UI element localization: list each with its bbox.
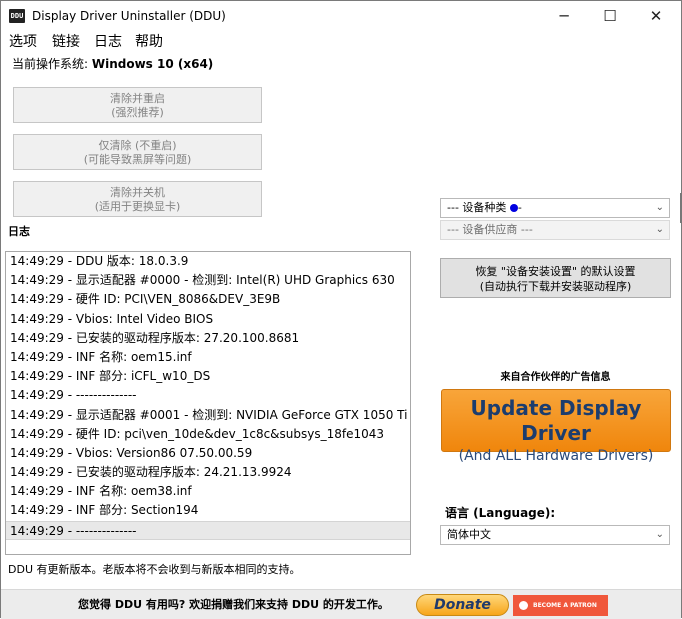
restore-device-settings-button[interactable]: 恢复 "设备安装设置" 的默认设置 (自动执行下载并安装驱动程序) xyxy=(440,258,671,298)
update-status-text: DDU 有更新版本。老版本将不会收到与新版本相同的支持。 xyxy=(8,563,301,576)
log-line[interactable]: 14:49:29 - 显示适配器 #0000 - 检测到: Intel(R) U… xyxy=(6,271,410,290)
clean-and-shutdown-note: (适用于更换显卡) xyxy=(94,200,181,213)
ad-headline: Update Display Driver xyxy=(470,396,642,445)
patron-label: BECOME A PATRON xyxy=(533,602,597,609)
log-line-selected[interactable]: 14:49:29 - -------------- xyxy=(6,520,410,540)
language-value: 简体中文 xyxy=(447,528,491,541)
log-line[interactable]: 14:49:29 - INF 名称: oem15.inf xyxy=(6,348,410,367)
donation-footer: 您觉得 DDU 有用吗? 欢迎捐赠我们来支持 DDU 的开发工作。 Donate… xyxy=(1,589,681,619)
log-line[interactable]: 14:49:29 - 硬件 ID: pci\ven_10de&dev_1c8c&… xyxy=(6,425,410,444)
clean-no-restart-label: 仅清除 (不重启) xyxy=(98,139,177,152)
log-line[interactable]: 14:49:29 - 硬件 ID: PCI\VEN_8086&DEV_3E9B xyxy=(6,290,410,309)
clean-and-shutdown-button[interactable]: 清除并关机 (适用于更换显卡) xyxy=(13,181,262,217)
device-type-select[interactable]: --- 设备种类 --- ⌄ xyxy=(440,198,670,218)
language-label: 语言 (Language): xyxy=(445,506,556,520)
patreon-icon xyxy=(519,601,528,610)
os-value: Windows 10 (x64) xyxy=(91,57,214,71)
menu-log[interactable]: 日志 xyxy=(94,32,122,52)
device-vendor-select[interactable]: --- 设备供应商 --- ⌄ xyxy=(440,220,670,240)
menu-help[interactable]: 帮助 xyxy=(135,32,163,52)
log-line[interactable]: 14:49:29 - Vbios: Intel Video BIOS xyxy=(6,310,410,329)
ad-subline: (And ALL Hardware Drivers) xyxy=(458,448,654,464)
minimize-button[interactable]: ─ xyxy=(541,1,587,32)
language-select[interactable]: 简体中文 ⌄ xyxy=(440,525,670,545)
clean-and-restart-label: 清除并重启 xyxy=(110,92,165,105)
clean-and-shutdown-label: 清除并关机 xyxy=(110,186,165,199)
donation-text: 您觉得 DDU 有用吗? 欢迎捐赠我们来支持 DDU 的开发工作。 xyxy=(78,598,389,611)
clean-no-restart-note: (可能导致黑屏等问题) xyxy=(83,153,192,166)
log-line[interactable]: 14:49:29 - 已安装的驱动程序版本: 24.21.13.9924 xyxy=(6,463,410,482)
log-list[interactable]: 14:49:29 - DDU 版本: 18.0.3.9 14:49:29 - 显… xyxy=(5,251,411,555)
partner-ad-label: 来自合作伙伴的广告信息 xyxy=(500,372,611,383)
clean-no-restart-button[interactable]: 仅清除 (不重启) (可能导致黑屏等问题) xyxy=(13,134,262,170)
os-info: 当前操作系统: Windows 10 (x64) xyxy=(12,56,213,72)
cursor-dot xyxy=(510,204,518,212)
clean-and-restart-button[interactable]: 清除并重启 (强烈推荐) xyxy=(13,87,262,123)
log-line[interactable]: 14:49:29 - Vbios: Version86 07.50.00.59 xyxy=(6,444,410,463)
log-line[interactable]: 14:49:29 - 显示适配器 #0001 - 检测到: NVIDIA GeF… xyxy=(6,406,410,425)
become-patron-button[interactable]: BECOME A PATRON xyxy=(513,595,608,616)
menu-bar: 选项 链接 日志 帮助 xyxy=(1,32,681,52)
log-line[interactable]: 14:49:29 - INF 名称: oem38.inf xyxy=(6,482,410,501)
close-button[interactable]: ✕ xyxy=(633,1,679,32)
clean-and-restart-note: (强烈推荐) xyxy=(111,106,164,119)
log-line[interactable]: 14:49:29 - INF 部分: iCFL_w10_DS xyxy=(6,367,410,386)
log-line[interactable]: 14:49:29 - INF 部分: Section194 xyxy=(6,501,410,520)
menu-links[interactable]: 链接 xyxy=(52,32,80,52)
device-vendor-value: --- 设备供应商 --- xyxy=(447,223,533,236)
window-title: Display Driver Uninstaller (DDU) xyxy=(32,9,226,23)
restore-note: (自动执行下载并安装驱动程序) xyxy=(479,280,632,293)
menu-options[interactable]: 选项 xyxy=(9,32,37,52)
restore-label: 恢复 "设备安装设置" 的默认设置 xyxy=(475,265,636,278)
chevron-down-icon: ⌄ xyxy=(655,224,664,235)
maximize-button[interactable]: ☐ xyxy=(587,1,633,32)
ddu-window: DDU Display Driver Uninstaller (DDU) ─ ☐… xyxy=(0,0,682,619)
chevron-down-icon: ⌄ xyxy=(655,529,664,540)
ddu-app-icon: DDU xyxy=(9,9,25,23)
os-label: 当前操作系统: xyxy=(12,57,92,71)
log-line[interactable]: 14:49:29 - 已安装的驱动程序版本: 27.20.100.8681 xyxy=(6,329,410,348)
log-line[interactable]: 14:49:29 - -------------- xyxy=(6,386,410,405)
chevron-down-icon: ⌄ xyxy=(655,202,664,213)
title-bar[interactable]: DDU Display Driver Uninstaller (DDU) ─ ☐… xyxy=(1,1,681,32)
update-driver-ad-banner[interactable]: Update Display Driver (And ALL Hardware … xyxy=(441,389,671,464)
donate-button[interactable]: Donate xyxy=(416,594,509,616)
log-label: 日志 xyxy=(8,225,30,238)
log-line[interactable]: 14:49:29 - DDU 版本: 18.0.3.9 xyxy=(6,252,410,271)
